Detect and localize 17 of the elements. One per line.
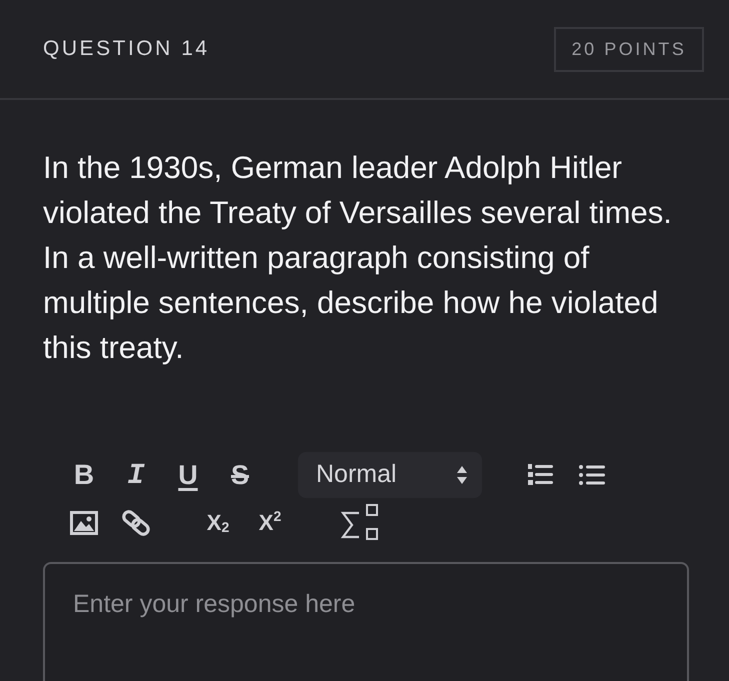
superscript-button[interactable]: X$^{2}$ bbox=[250, 503, 290, 543]
heading-select[interactable]: Normal bbox=[298, 452, 482, 498]
points-badge: 20 POINTS bbox=[554, 26, 704, 72]
formula-icon bbox=[339, 504, 381, 542]
link-icon bbox=[121, 508, 151, 538]
question-title: QUESTION 14 bbox=[43, 36, 210, 62]
underline-button[interactable]: U bbox=[168, 455, 208, 495]
italic-button[interactable]: I bbox=[116, 455, 156, 495]
ordered-list-icon bbox=[527, 463, 553, 487]
bold-button[interactable]: B bbox=[64, 455, 104, 495]
strikethrough-button[interactable]: S bbox=[220, 455, 260, 495]
response-input[interactable]: Enter your response here bbox=[43, 562, 689, 681]
subscript-button[interactable]: X$_{2}$ bbox=[198, 503, 238, 543]
question-prompt: In the 1930s, German leader Adolph Hitler violated the Treaty of Versailles several times. In a well-written paragraph consisting of multiple sentences, describe how he violated this treaty. bbox=[43, 149, 673, 367]
up-down-arrows-icon bbox=[456, 465, 468, 485]
image-icon bbox=[70, 511, 98, 535]
bullet-list-icon bbox=[579, 464, 605, 486]
